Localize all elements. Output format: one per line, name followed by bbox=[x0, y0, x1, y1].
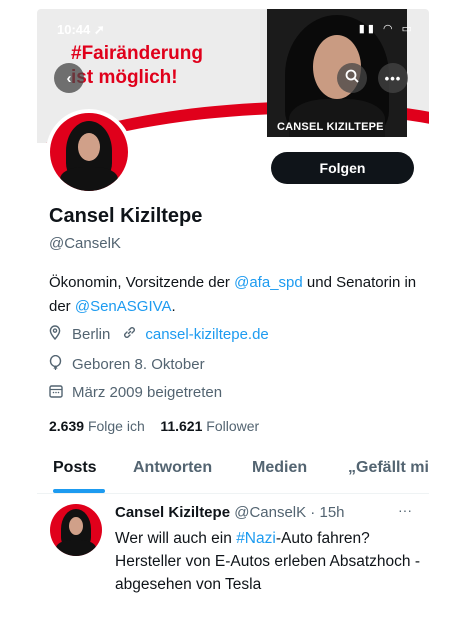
follow-stats: 2.639 Folge ich 11.621 Follower bbox=[49, 418, 259, 434]
followers-label: Follower bbox=[206, 418, 260, 434]
tab-media[interactable]: Medien bbox=[252, 459, 307, 477]
status-bar-icons: ▮▮ ◠ ▭ bbox=[358, 23, 415, 35]
location-text: Berlin bbox=[72, 325, 111, 343]
avatar-face bbox=[78, 133, 100, 161]
tab-likes[interactable]: „Gefällt mir“ bbox=[348, 459, 429, 477]
search-icon bbox=[345, 69, 359, 87]
back-arrow-icon: ‹ bbox=[66, 69, 72, 87]
back-button[interactable]: ‹ bbox=[54, 63, 84, 93]
profile-bio: Ökonomin, Vorsitzende der @afa_spd und S… bbox=[49, 271, 421, 319]
location-website-row: Berlin cansel-kiziltepe.de bbox=[49, 325, 269, 343]
profile-avatar[interactable] bbox=[46, 109, 132, 195]
post-handle-time[interactable]: @CanselK · 15h bbox=[234, 504, 344, 521]
website-link[interactable]: cansel-kiziltepe.de bbox=[145, 326, 268, 343]
search-button[interactable] bbox=[337, 63, 367, 93]
balloon-icon bbox=[49, 354, 67, 374]
followers-count: 11.621 bbox=[160, 418, 203, 434]
banner-caption: CANSEL KIZILTEPE bbox=[277, 121, 384, 133]
bio-text-3: . bbox=[171, 298, 176, 315]
post-avatar[interactable] bbox=[50, 504, 102, 556]
post-header: Cansel Kiziltepe @CanselK · 15h bbox=[115, 504, 345, 521]
birthday-row: Geboren 8. Oktober bbox=[49, 354, 205, 374]
more-options-button[interactable]: ••• bbox=[378, 63, 408, 93]
tab-posts[interactable]: Posts bbox=[53, 459, 97, 477]
following-count: 2.639 bbox=[49, 418, 85, 434]
profile-name: Cansel Kiziltepe bbox=[49, 205, 203, 227]
post-author-name[interactable]: Cansel Kiziltepe bbox=[115, 504, 230, 521]
post-text-3: Hersteller von E-Autos erleben Absatzhoc… bbox=[115, 553, 420, 593]
link-icon bbox=[122, 325, 140, 343]
profile-tabs: Posts Antworten Medien „Gefällt mir“ bbox=[37, 455, 429, 494]
following-label: Folge ich bbox=[87, 418, 145, 434]
post-text: Wer will auch ein #Nazi-Auto fahren? Hers… bbox=[115, 527, 420, 596]
birthday-text: Geboren 8. Oktober bbox=[72, 356, 205, 373]
post-hashtag[interactable]: #Nazi bbox=[236, 530, 276, 547]
post-avatar-face bbox=[69, 517, 83, 535]
avatar-body bbox=[60, 167, 118, 191]
location-pin-icon bbox=[49, 325, 67, 343]
active-tab-indicator bbox=[53, 489, 105, 493]
bio-mention-senasgiva[interactable]: @SenASGIVA bbox=[75, 298, 172, 315]
more-icon: ••• bbox=[384, 70, 402, 86]
banner-slogan-line2: ist möglich! bbox=[71, 67, 178, 88]
profile-handle: @CanselK bbox=[49, 235, 121, 252]
post-avatar-body bbox=[56, 540, 96, 556]
bio-text-1: Ökonomin, Vorsitzende der bbox=[49, 274, 235, 291]
status-bar-time: 10:44 ➚ bbox=[57, 22, 105, 37]
bio-mention-afa-spd[interactable]: @afa_spd bbox=[234, 274, 303, 291]
follow-button[interactable]: Folgen bbox=[271, 152, 414, 184]
calendar-icon bbox=[49, 384, 67, 401]
following-link[interactable]: 2.639 Folge ich bbox=[49, 418, 145, 434]
joined-text: März 2009 beigetreten bbox=[72, 384, 223, 401]
tab-replies[interactable]: Antworten bbox=[133, 459, 212, 477]
profile-screen: CANSEL KIZILTEPE #Fairänderung ist mögli… bbox=[37, 9, 429, 622]
post-text-1: Wer will auch ein bbox=[115, 530, 237, 547]
banner-slogan-line1: #Fairänderung bbox=[71, 43, 203, 64]
post-more-icon[interactable]: ··· bbox=[398, 502, 412, 518]
joined-row: März 2009 beigetreten bbox=[49, 384, 222, 401]
post-text-2: -Auto fahren? bbox=[275, 530, 370, 547]
followers-link[interactable]: 11.621 Follower bbox=[160, 418, 259, 434]
